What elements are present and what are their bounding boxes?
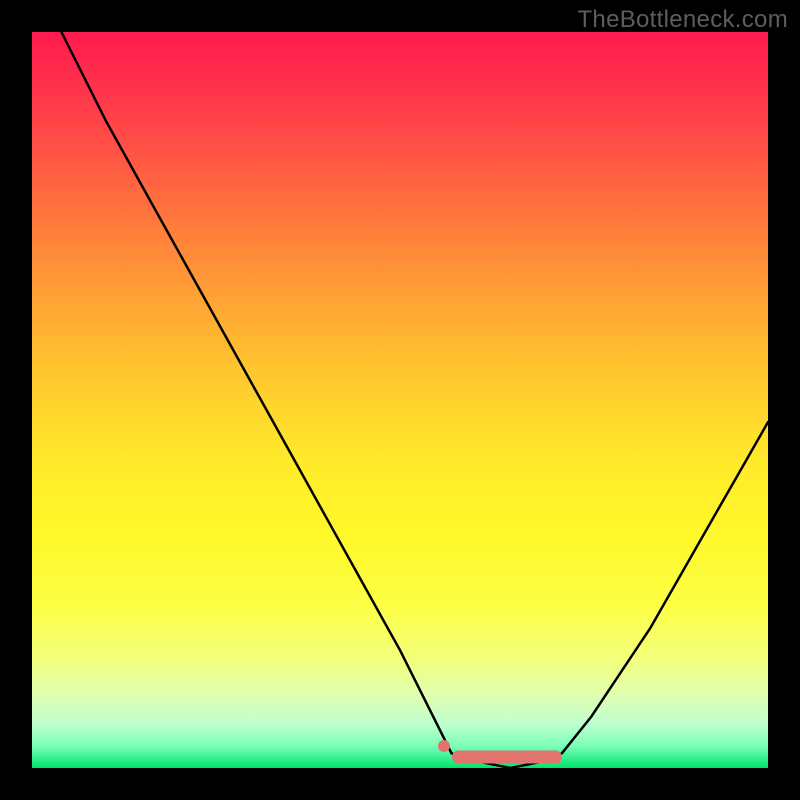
highlight-dot [438, 740, 450, 752]
right-curve [562, 422, 768, 753]
left-curve [61, 32, 451, 753]
highlight-segment [452, 750, 562, 763]
plot-area [32, 32, 768, 768]
curve-layer [32, 32, 768, 768]
chart-container: TheBottleneck.com [0, 0, 800, 800]
watermark-text: TheBottleneck.com [577, 6, 788, 34]
